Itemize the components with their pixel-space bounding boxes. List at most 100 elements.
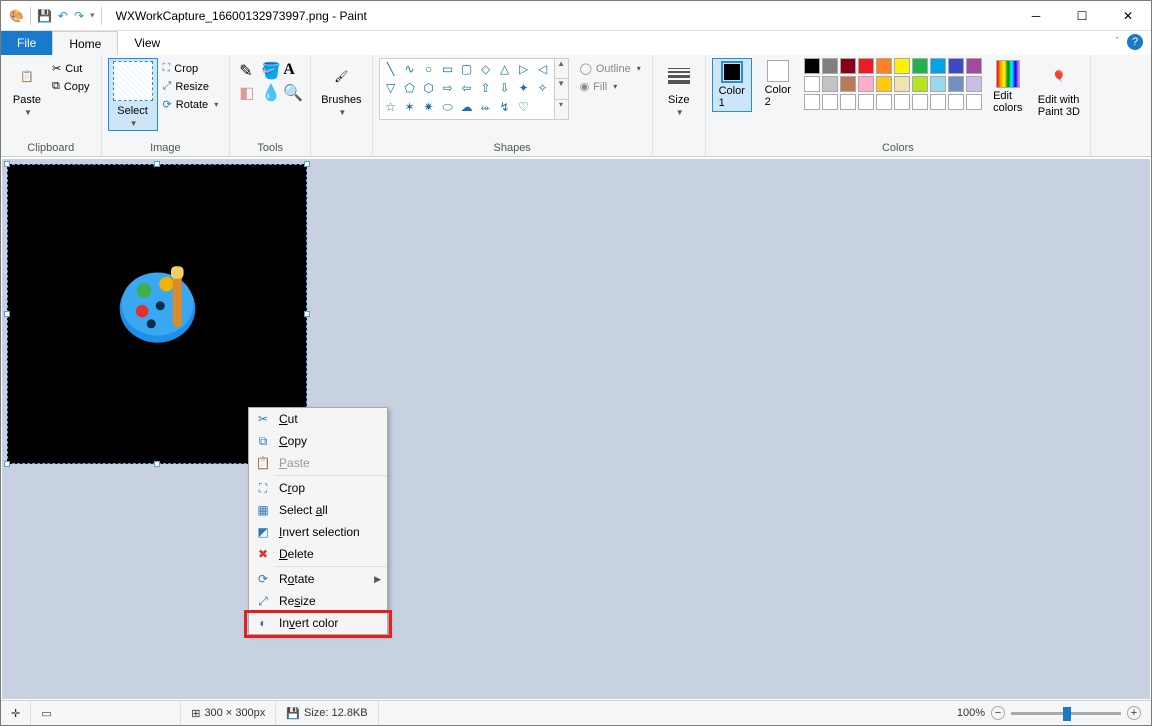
resize-handle[interactable] <box>4 311 10 317</box>
cut-button[interactable]: ✂Cut <box>49 61 93 76</box>
color-swatch[interactable] <box>948 58 964 74</box>
cm-cut[interactable]: ✂Cut <box>249 408 387 430</box>
color-swatch[interactable] <box>840 58 856 74</box>
cm-invert-selection[interactable]: ◩Invert selection <box>249 521 387 543</box>
crop-icon: ⛶ <box>255 481 271 496</box>
cm-select-all[interactable]: ▦Select all <box>249 499 387 521</box>
collapse-ribbon-icon[interactable]: ˆ <box>1115 36 1119 48</box>
resize-handle[interactable] <box>304 161 310 167</box>
size-button[interactable]: Size ▼ <box>659 58 699 119</box>
color-swatch[interactable] <box>948 76 964 92</box>
color-swatch[interactable] <box>822 94 838 110</box>
crop-icon: ⛶ <box>163 62 171 75</box>
color-swatch[interactable] <box>840 76 856 92</box>
cm-paste: 📋Paste <box>249 452 387 474</box>
redo-icon[interactable]: ↷ <box>74 9 84 23</box>
crop-button[interactable]: ⛶Crop <box>160 61 222 76</box>
color-swatch[interactable] <box>804 76 820 92</box>
resize-handle[interactable] <box>304 311 310 317</box>
color-swatch[interactable] <box>804 94 820 110</box>
color-palette[interactable] <box>804 58 982 110</box>
eraser-icon[interactable]: ◧ <box>239 83 257 101</box>
color-swatch[interactable] <box>912 76 928 92</box>
cm-invert-color[interactable]: ◐Invert color <box>249 612 387 634</box>
select-button[interactable]: Select ▼ <box>108 58 158 131</box>
text-icon[interactable]: A <box>283 61 301 79</box>
tab-view[interactable]: View <box>118 31 176 55</box>
pencil-icon[interactable]: ✎ <box>239 61 257 79</box>
resize-icon: ⤢ <box>255 594 271 609</box>
close-button[interactable]: ✕ <box>1105 1 1151 31</box>
shapes-gallery[interactable]: ╲∿○▭▢◇△▷◁ ▽⬠⬡⇨⇦⇧⇩✦✧ ☆✶✷⬭☁⬰↯♡ <box>379 58 555 120</box>
invert-selection-icon: ◩ <box>255 525 271 539</box>
scissors-icon: ✂ <box>255 412 271 426</box>
clipboard-icon: 📋 <box>11 60 43 92</box>
copy-button[interactable]: ⧉Copy <box>49 79 93 94</box>
dimensions-icon: ⊞ <box>191 707 200 720</box>
group-brushes: 🖌 Brushes ▼ <box>311 55 372 156</box>
outline-icon: ◯ <box>580 62 592 75</box>
fill-button[interactable]: ◉Fill▾ <box>577 79 644 94</box>
color1-button[interactable]: Color 1 <box>712 58 752 112</box>
color-swatch[interactable] <box>894 58 910 74</box>
color-swatch[interactable] <box>930 58 946 74</box>
zoom-slider[interactable] <box>1011 712 1121 715</box>
maximize-button[interactable]: ☐ <box>1059 1 1105 31</box>
color-swatch[interactable] <box>876 76 892 92</box>
minimize-button[interactable]: ─ <box>1013 1 1059 31</box>
color-swatch[interactable] <box>876 58 892 74</box>
brushes-button[interactable]: 🖌 Brushes ▼ <box>317 58 365 119</box>
color-swatch[interactable] <box>876 94 892 110</box>
context-menu: ✂Cut ⧉Copy 📋Paste ⛶Crop ▦Select all ◩Inv… <box>248 407 388 635</box>
color-swatch[interactable] <box>966 58 982 74</box>
canvas-area[interactable] <box>2 159 1150 699</box>
resize-handle[interactable] <box>4 161 10 167</box>
paste-button[interactable]: 📋 Paste ▼ <box>7 58 47 119</box>
save-icon[interactable]: 💾 <box>37 9 52 23</box>
edit-colors-button[interactable]: Edit colors <box>988 58 1028 116</box>
qat-dropdown-icon[interactable]: ▾ <box>90 10 95 21</box>
cm-resize[interactable]: ⤢Resize <box>249 590 387 612</box>
color-swatch[interactable] <box>858 58 874 74</box>
help-icon[interactable]: ? <box>1127 34 1143 50</box>
color2-button[interactable]: Color 2 <box>758 58 798 110</box>
color-swatch[interactable] <box>912 58 928 74</box>
color-swatch[interactable] <box>804 58 820 74</box>
color-swatch[interactable] <box>966 94 982 110</box>
cm-rotate[interactable]: ⟳Rotate▶ <box>249 568 387 590</box>
zoom-slider-thumb[interactable] <box>1063 707 1071 721</box>
color-swatch[interactable] <box>858 94 874 110</box>
bucket-icon[interactable]: 🪣 <box>261 61 279 79</box>
color-swatch[interactable] <box>912 94 928 110</box>
tab-home[interactable]: Home <box>52 31 118 55</box>
cm-copy[interactable]: ⧉Copy <box>249 430 387 452</box>
cm-delete[interactable]: ✖Delete <box>249 543 387 565</box>
color-swatch[interactable] <box>822 76 838 92</box>
shapes-scroll[interactable]: ▲▼▾ <box>555 58 569 120</box>
group-label: Shapes <box>379 140 646 156</box>
magnifier-icon[interactable]: 🔍 <box>283 83 301 101</box>
color-swatch[interactable] <box>948 94 964 110</box>
rotate-button[interactable]: ⟳Rotate▾ <box>160 97 222 112</box>
outline-button[interactable]: ◯Outline▾ <box>577 61 644 76</box>
paint3d-button[interactable]: 🎈 Edit with Paint 3D <box>1034 58 1084 120</box>
eyedropper-icon[interactable]: 💧 <box>261 83 279 101</box>
zoom-in-button[interactable]: + <box>1127 706 1141 720</box>
resize-button[interactable]: ⤢Resize <box>160 79 222 94</box>
color-swatch[interactable] <box>822 58 838 74</box>
resize-handle[interactable] <box>154 461 160 467</box>
resize-handle[interactable] <box>4 461 10 467</box>
cm-crop[interactable]: ⛶Crop <box>249 477 387 499</box>
color-swatch[interactable] <box>858 76 874 92</box>
rotate-icon: ⟳ <box>255 572 271 586</box>
color-swatch[interactable] <box>894 94 910 110</box>
color-swatch[interactable] <box>840 94 856 110</box>
tab-file[interactable]: File <box>1 31 52 55</box>
color-swatch[interactable] <box>966 76 982 92</box>
color-swatch[interactable] <box>930 76 946 92</box>
resize-handle[interactable] <box>154 161 160 167</box>
color-swatch[interactable] <box>930 94 946 110</box>
undo-icon[interactable]: ↶ <box>58 9 68 23</box>
zoom-out-button[interactable]: − <box>991 706 1005 720</box>
color-swatch[interactable] <box>894 76 910 92</box>
